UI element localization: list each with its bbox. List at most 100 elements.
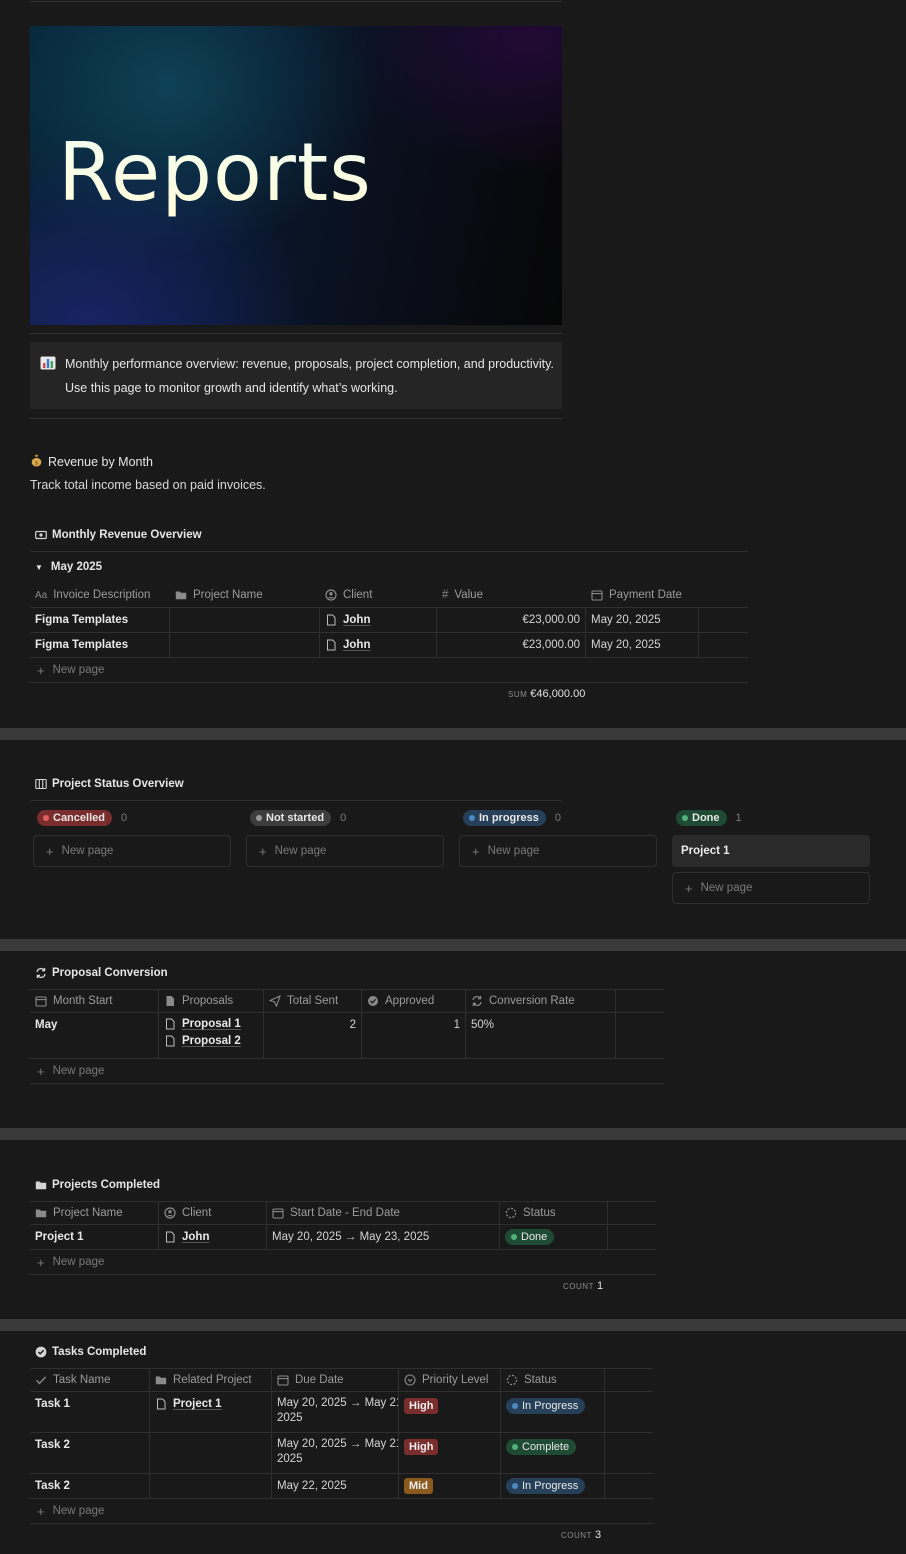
cell-client[interactable]: John: [320, 633, 437, 657]
bar-chart-icon: [40, 356, 56, 370]
cell-priority[interactable]: High: [399, 1433, 501, 1473]
column-count: 1: [735, 812, 742, 824]
plus-icon: +: [37, 1254, 45, 1270]
new-page-button[interactable]: + New page: [30, 658, 748, 683]
new-page-button[interactable]: + New page: [246, 835, 444, 867]
count-aggregate[interactable]: COUNT 3: [561, 1529, 601, 1541]
priority-tag: Mid: [404, 1478, 433, 1494]
proposal-link[interactable]: Proposal 1: [164, 1018, 241, 1030]
cell-priority[interactable]: Mid: [399, 1474, 501, 1498]
column-header[interactable]: Payment Date: [586, 583, 699, 607]
new-page-button[interactable]: + New page: [30, 1499, 653, 1524]
status-badge[interactable]: Not started: [250, 810, 332, 826]
cell-status[interactable]: Done: [500, 1225, 608, 1249]
proposal-conversion-title[interactable]: Proposal Conversion: [35, 967, 168, 979]
table-row[interactable]: Task 2 May 22, 2025 Mid In Progress: [30, 1474, 653, 1499]
column-header[interactable]: Task Name: [30, 1369, 150, 1391]
new-page-button[interactable]: + New page: [459, 835, 657, 867]
cell-priority[interactable]: High: [399, 1392, 501, 1432]
cell-proposals[interactable]: Proposal 1 Proposal 2: [159, 1013, 264, 1058]
column-header[interactable]: Start Date - End Date: [267, 1202, 500, 1224]
cell-client[interactable]: John: [320, 608, 437, 632]
cell-project[interactable]: [170, 633, 320, 657]
cell-client[interactable]: John: [159, 1225, 267, 1249]
callout-line-2: Use this page to monitor growth and iden…: [65, 381, 398, 395]
column-header[interactable]: Approved: [362, 990, 466, 1012]
new-page-button[interactable]: + New page: [672, 872, 870, 904]
cell-description[interactable]: Figma Templates: [30, 608, 170, 632]
column-header[interactable]: Conversion Rate: [466, 990, 616, 1012]
column-header[interactable]: Aa Invoice Description: [30, 583, 170, 607]
cell-due-date[interactable]: May 20, 2025 → May 21, 2025: [272, 1392, 399, 1432]
table-row[interactable]: Task 2 May 20, 2025 → May 21, 2025 High C…: [30, 1433, 653, 1474]
cell-value[interactable]: €23,000.00: [437, 633, 586, 657]
calendar-icon: [277, 1374, 289, 1386]
column-header[interactable]: Proposals: [159, 990, 264, 1012]
cell-task-name[interactable]: Task 2: [30, 1433, 150, 1473]
new-page-button[interactable]: + New page: [33, 835, 231, 867]
table-row[interactable]: Project 1 John May 20, 2025 → May 23, 20…: [30, 1225, 656, 1250]
monthly-revenue-title[interactable]: Monthly Revenue Overview: [35, 529, 202, 541]
board-card-project-1[interactable]: Project 1: [672, 835, 870, 867]
new-page-button[interactable]: + New page: [30, 1059, 664, 1084]
cell-due-date[interactable]: May 20, 2025 → May 21, 2025: [272, 1433, 399, 1473]
cell-status[interactable]: In Progress: [501, 1474, 605, 1498]
table-row[interactable]: May Proposal 1 Proposal 2 2 1 50%: [30, 1013, 664, 1059]
cell-date[interactable]: May 20, 2025: [586, 633, 699, 657]
column-header[interactable]: Status: [501, 1369, 605, 1391]
column-header[interactable]: Priority Level: [399, 1369, 501, 1391]
status-badge[interactable]: In progress: [463, 810, 546, 826]
column-header[interactable]: Due Date: [272, 1369, 399, 1391]
cell-status[interactable]: In Progress: [501, 1392, 605, 1432]
revenue-heading-text: Revenue by Month: [48, 455, 153, 469]
cell-related-project[interactable]: [150, 1433, 272, 1473]
projects-completed-title[interactable]: Projects Completed: [35, 1179, 160, 1191]
divider: [30, 418, 562, 419]
cell-status[interactable]: Complete: [501, 1433, 605, 1473]
cell-description[interactable]: Figma Templates: [30, 633, 170, 657]
table-row[interactable]: Task 1 Project 1 May 20, 2025 → May 21, 2…: [30, 1392, 653, 1433]
calendar-icon: [591, 589, 603, 601]
group-toggle-may-2025[interactable]: ▼ May 2025: [35, 561, 102, 573]
column-header[interactable]: Project Name: [170, 583, 320, 607]
plus-icon: +: [37, 1063, 45, 1079]
cell-task-name[interactable]: Task 2: [30, 1474, 150, 1498]
column-header[interactable]: # Value: [437, 583, 586, 607]
person-icon: [325, 589, 337, 601]
table-header: Aa Invoice Description Project Name Clien…: [30, 583, 748, 608]
column-header[interactable]: Related Project: [150, 1369, 272, 1391]
column-header[interactable]: Client: [320, 583, 437, 607]
column-header[interactable]: Total Sent: [264, 990, 362, 1012]
cell-due-date[interactable]: May 22, 2025: [272, 1474, 399, 1498]
cell-related-project[interactable]: Project 1: [150, 1392, 272, 1432]
cell-month[interactable]: May: [30, 1013, 159, 1058]
table-row[interactable]: Figma Templates John €23,000.00 May 20, …: [30, 633, 748, 658]
cell-project-name[interactable]: Project 1: [30, 1225, 159, 1249]
cell-project[interactable]: [170, 608, 320, 632]
cell-total-sent[interactable]: 2: [264, 1013, 362, 1058]
page-icon: [164, 1035, 176, 1047]
proposal-link[interactable]: Proposal 2: [164, 1035, 241, 1047]
column-header[interactable]: Month Start: [30, 990, 159, 1012]
cell-approved[interactable]: 1: [362, 1013, 466, 1058]
sum-aggregate[interactable]: SUM €46,000.00: [508, 688, 585, 700]
tasks-completed-title[interactable]: Tasks Completed: [35, 1346, 146, 1358]
new-page-button[interactable]: + New page: [30, 1250, 656, 1275]
status-badge[interactable]: Cancelled: [37, 810, 112, 826]
count-aggregate[interactable]: COUNT 1: [563, 1280, 603, 1292]
cell-conversion-rate[interactable]: 50%: [466, 1013, 616, 1058]
cell-dates[interactable]: May 20, 2025 → May 23, 2025: [267, 1225, 500, 1249]
cell-task-name[interactable]: Task 1: [30, 1392, 150, 1432]
divider: [30, 333, 562, 334]
column-header[interactable]: Client: [159, 1202, 267, 1224]
cell-value[interactable]: €23,000.00: [437, 608, 586, 632]
column-header[interactable]: Status: [500, 1202, 608, 1224]
project-status-title[interactable]: Project Status Overview: [35, 778, 184, 790]
column-header[interactable]: Project Name: [30, 1202, 159, 1224]
table-header: Project Name Client Start Date - End Dat…: [30, 1202, 656, 1225]
table-row[interactable]: Figma Templates John €23,000.00 May 20, …: [30, 608, 748, 633]
status-badge[interactable]: Done: [676, 810, 727, 826]
cell-related-project[interactable]: [150, 1474, 272, 1498]
page-icon: [325, 639, 337, 651]
cell-date[interactable]: May 20, 2025: [586, 608, 699, 632]
